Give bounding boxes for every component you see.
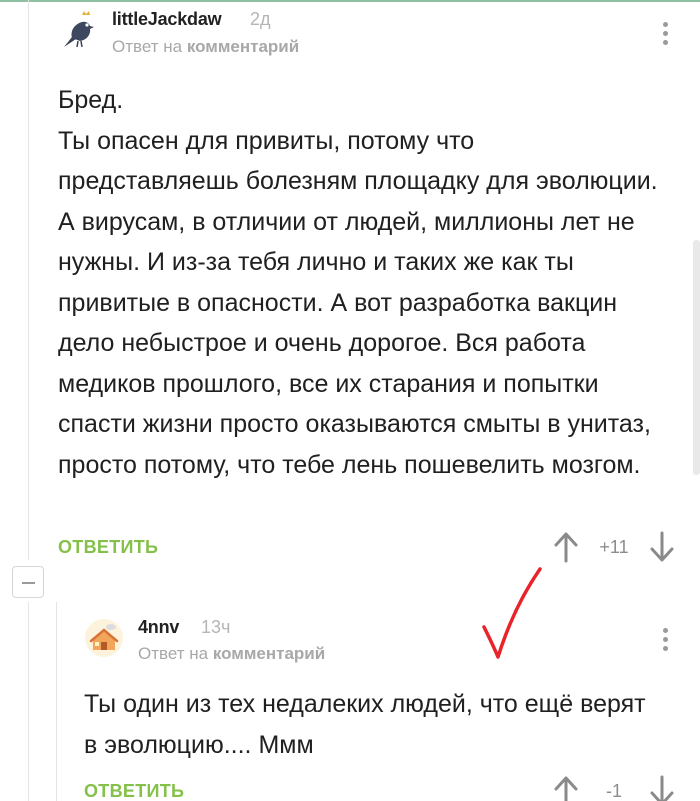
- comment-rating: -1: [605, 781, 622, 801]
- arrow-down-icon[interactable]: [649, 775, 675, 801]
- red-checkmark-annotation: [482, 567, 542, 659]
- comment-author[interactable]: 4nnv: [138, 617, 179, 638]
- thread-line[interactable]: [56, 602, 57, 801]
- reply-to-target[interactable]: комментарий: [213, 644, 325, 663]
- reply-to-prefix: Ответ на: [112, 37, 183, 56]
- comment-body: Бред. Ты опасен для привиты, потому что …: [58, 86, 658, 479]
- scrollbar[interactable]: [693, 240, 700, 475]
- arrow-up-icon[interactable]: [553, 531, 579, 563]
- collapse-thread-button[interactable]: [12, 566, 44, 598]
- comment-time: 13ч: [201, 617, 231, 637]
- more-options-icon[interactable]: [655, 626, 675, 654]
- top-divider: [0, 0, 700, 2]
- arrow-down-icon[interactable]: [649, 531, 675, 563]
- thread-line[interactable]: [28, 602, 29, 801]
- comment-body: Ты один из тех недалеких людей, что ещё …: [84, 690, 653, 759]
- thread-line[interactable]: [28, 0, 29, 560]
- reply-to-link[interactable]: Ответ на комментарий: [112, 37, 299, 57]
- reply-to-target[interactable]: комментарий: [187, 37, 299, 56]
- arrow-up-icon[interactable]: [553, 775, 579, 801]
- user-avatar[interactable]: [58, 10, 98, 50]
- reply-to-prefix: Ответ на: [138, 644, 209, 663]
- comment-author[interactable]: littleJackdaw: [112, 9, 222, 30]
- reply-button[interactable]: ОТВЕТИТЬ: [84, 781, 184, 801]
- user-avatar[interactable]: [84, 618, 124, 658]
- reply-to-link[interactable]: Ответ на комментарий: [138, 644, 325, 664]
- more-options-icon[interactable]: [655, 20, 675, 48]
- reply-button[interactable]: ОТВЕТИТЬ: [58, 537, 158, 558]
- comment-rating: +11: [599, 537, 629, 557]
- comment-time: 2д: [250, 9, 271, 29]
